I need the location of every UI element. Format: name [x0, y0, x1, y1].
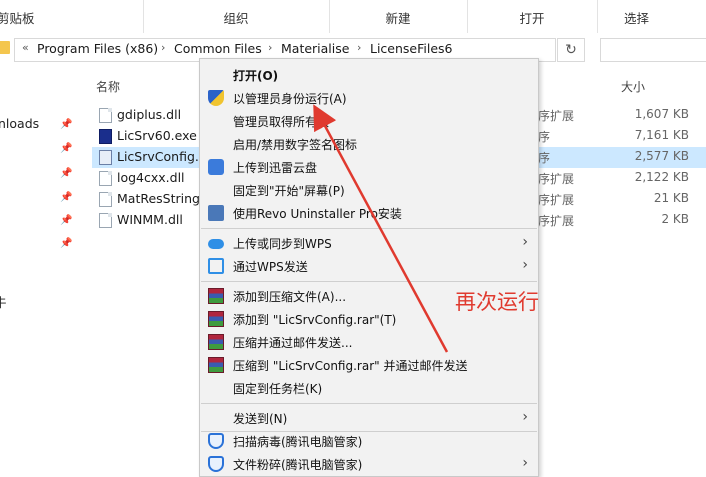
annotation-label: 再次运行	[455, 290, 539, 314]
annotation-arrow	[313, 104, 449, 353]
